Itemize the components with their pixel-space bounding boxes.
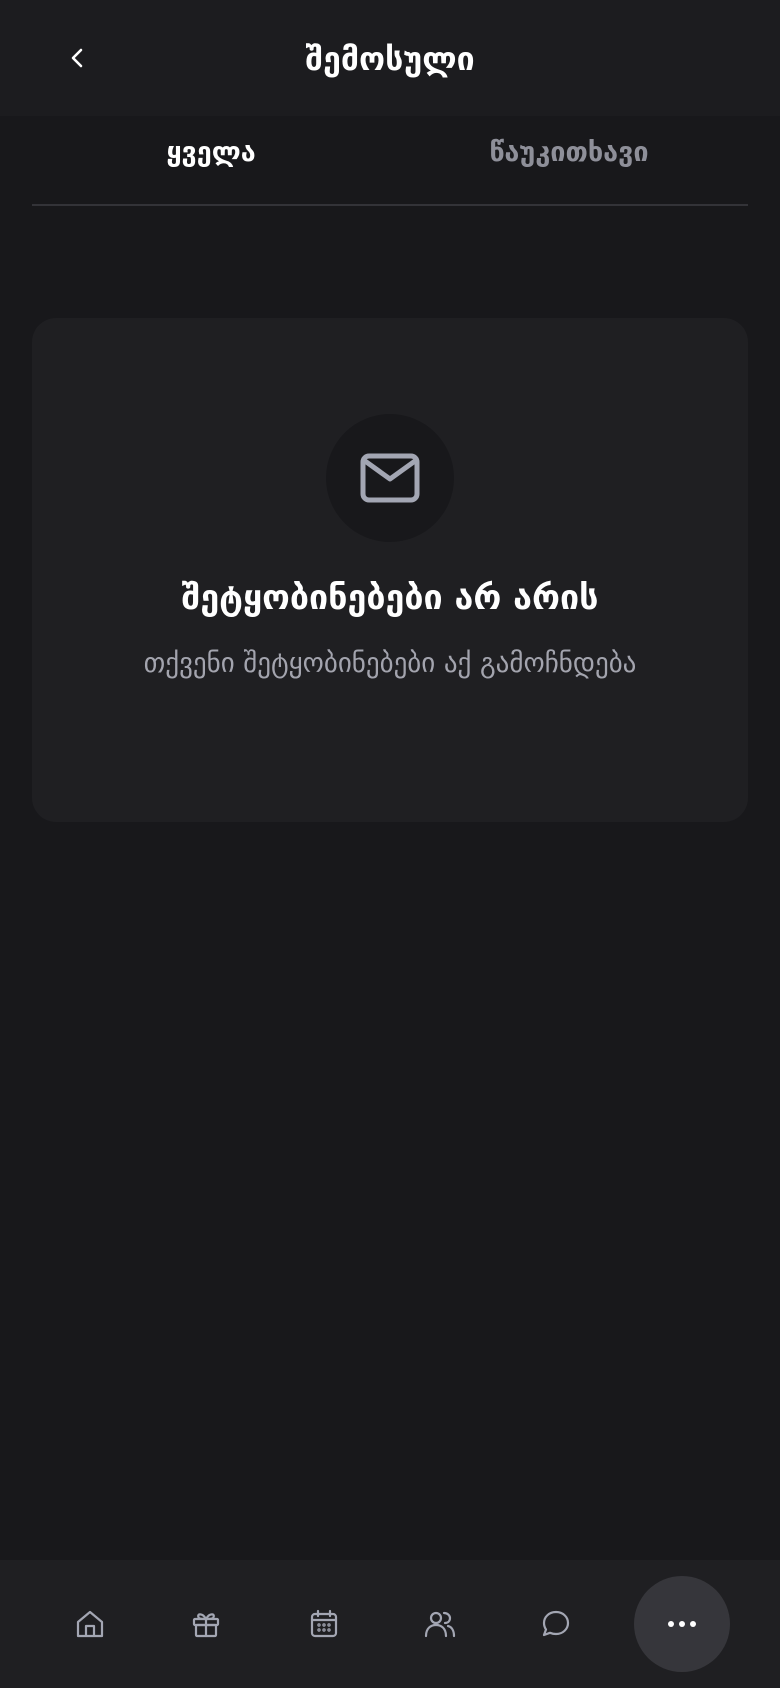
calendar-icon [310,1609,338,1638]
users-icon [424,1611,456,1638]
nav-home[interactable] [62,1596,118,1652]
inbox-screen: შემოსული ყველა წაუკითხავი შეტყობინებები … [0,0,780,1688]
top-bar: შემოსული [0,0,780,116]
bottom-navigation [0,1560,780,1688]
page-title: შემოსული [305,40,475,78]
gift-icon [192,1613,220,1638]
chat-icon [542,1610,570,1637]
tab-unread[interactable]: წაუკითხავი [390,116,748,204]
tab-bar: ყველა წაუკითხავი [32,116,748,206]
nav-gifts[interactable] [178,1596,234,1652]
empty-state-title: შეტყობინებები არ არის [181,578,599,618]
mail-icon [360,453,420,503]
empty-state-card: შეტყობინებები არ არის თქვენი შეტყობინებე… [32,318,748,822]
empty-state-subtitle: თქვენი შეტყობინებები აქ გამოჩნდება [143,648,637,679]
nav-people[interactable] [412,1596,468,1652]
more-dots-icon [668,1621,696,1627]
nav-calendar[interactable] [296,1596,352,1652]
more-button[interactable] [634,1576,730,1672]
nav-messages[interactable] [528,1596,584,1652]
home-icon [76,1610,104,1638]
tab-all[interactable]: ყველა [32,116,390,204]
mail-icon-badge [326,414,454,542]
